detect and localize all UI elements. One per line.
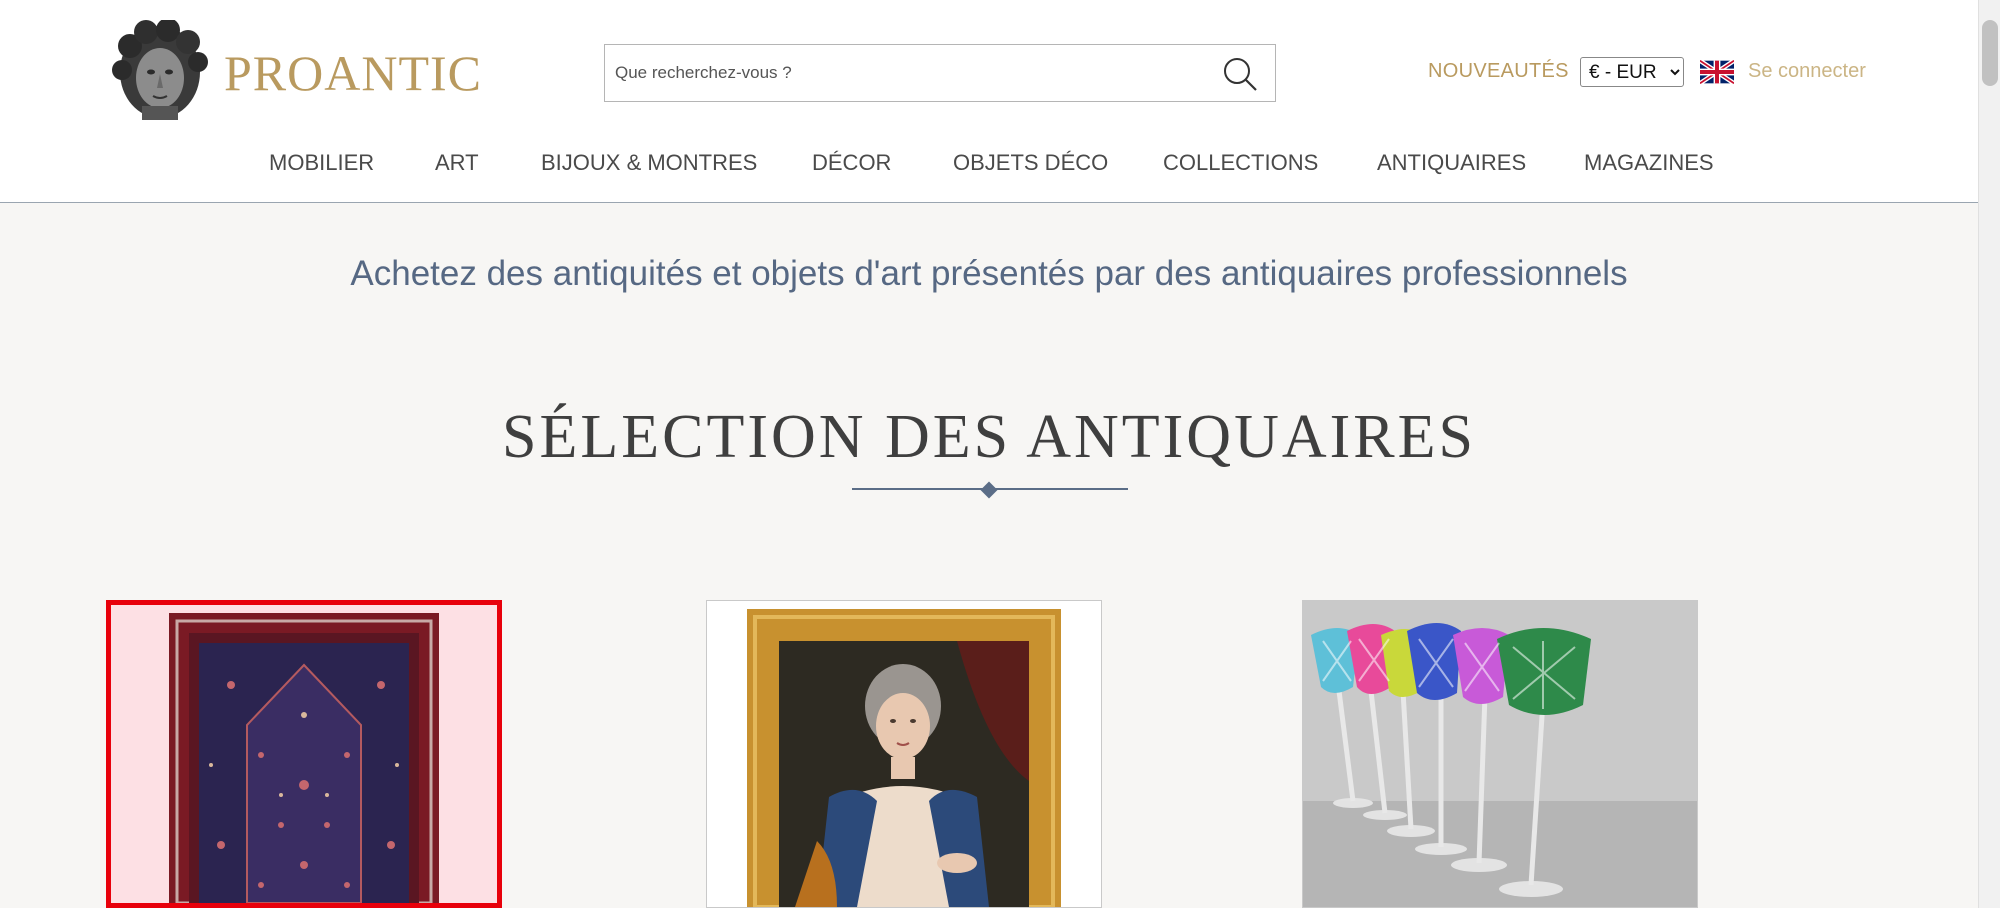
site-header: PROANTIC NOUVEAUTÉS € - EUR Se connecter… bbox=[0, 0, 1978, 203]
nav-item-bijoux-montres[interactable]: BIJOUX & MONTRES bbox=[541, 150, 757, 176]
login-link[interactable]: Se connecter bbox=[1748, 60, 1866, 83]
product-card[interactable] bbox=[706, 600, 1102, 908]
portrait-painting-image[interactable] bbox=[707, 601, 1101, 907]
section-title: SÉLECTION DES ANTIQUAIRES bbox=[502, 403, 1476, 471]
logo-text[interactable]: PROANTIC bbox=[224, 44, 482, 102]
tagline: Achetez des antiquités et objets d'art p… bbox=[350, 254, 1628, 293]
search-input[interactable] bbox=[615, 55, 1195, 91]
nav-item-decor[interactable]: DÉCOR bbox=[812, 150, 891, 176]
main-nav: MOBILIER ART BIJOUX & MONTRES DÉCOR OBJE… bbox=[0, 150, 1978, 180]
crystal-glasses-image[interactable] bbox=[1303, 601, 1697, 907]
search-icon[interactable] bbox=[1221, 55, 1259, 93]
currency-select[interactable]: € - EUR bbox=[1580, 57, 1684, 87]
persian-rug-image[interactable] bbox=[111, 605, 497, 903]
search-box bbox=[604, 44, 1276, 102]
product-card[interactable] bbox=[106, 600, 502, 908]
nav-item-objets-deco[interactable]: OBJETS DÉCO bbox=[953, 150, 1108, 176]
vertical-scrollbar[interactable] bbox=[1978, 0, 2000, 908]
scrollbar-thumb[interactable] bbox=[1982, 20, 1998, 86]
nav-item-antiquaires[interactable]: ANTIQUAIRES bbox=[1377, 150, 1526, 176]
title-divider-diamond bbox=[980, 481, 998, 499]
nav-item-magazines[interactable]: MAGAZINES bbox=[1584, 150, 1714, 176]
nav-item-art[interactable]: ART bbox=[435, 150, 479, 176]
uk-flag-icon[interactable] bbox=[1700, 60, 1734, 84]
logo-bust-icon[interactable] bbox=[108, 20, 212, 122]
product-card[interactable] bbox=[1302, 600, 1698, 908]
nav-item-collections[interactable]: COLLECTIONS bbox=[1163, 150, 1318, 176]
nouveautes-link[interactable]: NOUVEAUTÉS bbox=[1428, 60, 1569, 83]
nav-item-mobilier[interactable]: MOBILIER bbox=[269, 150, 374, 176]
